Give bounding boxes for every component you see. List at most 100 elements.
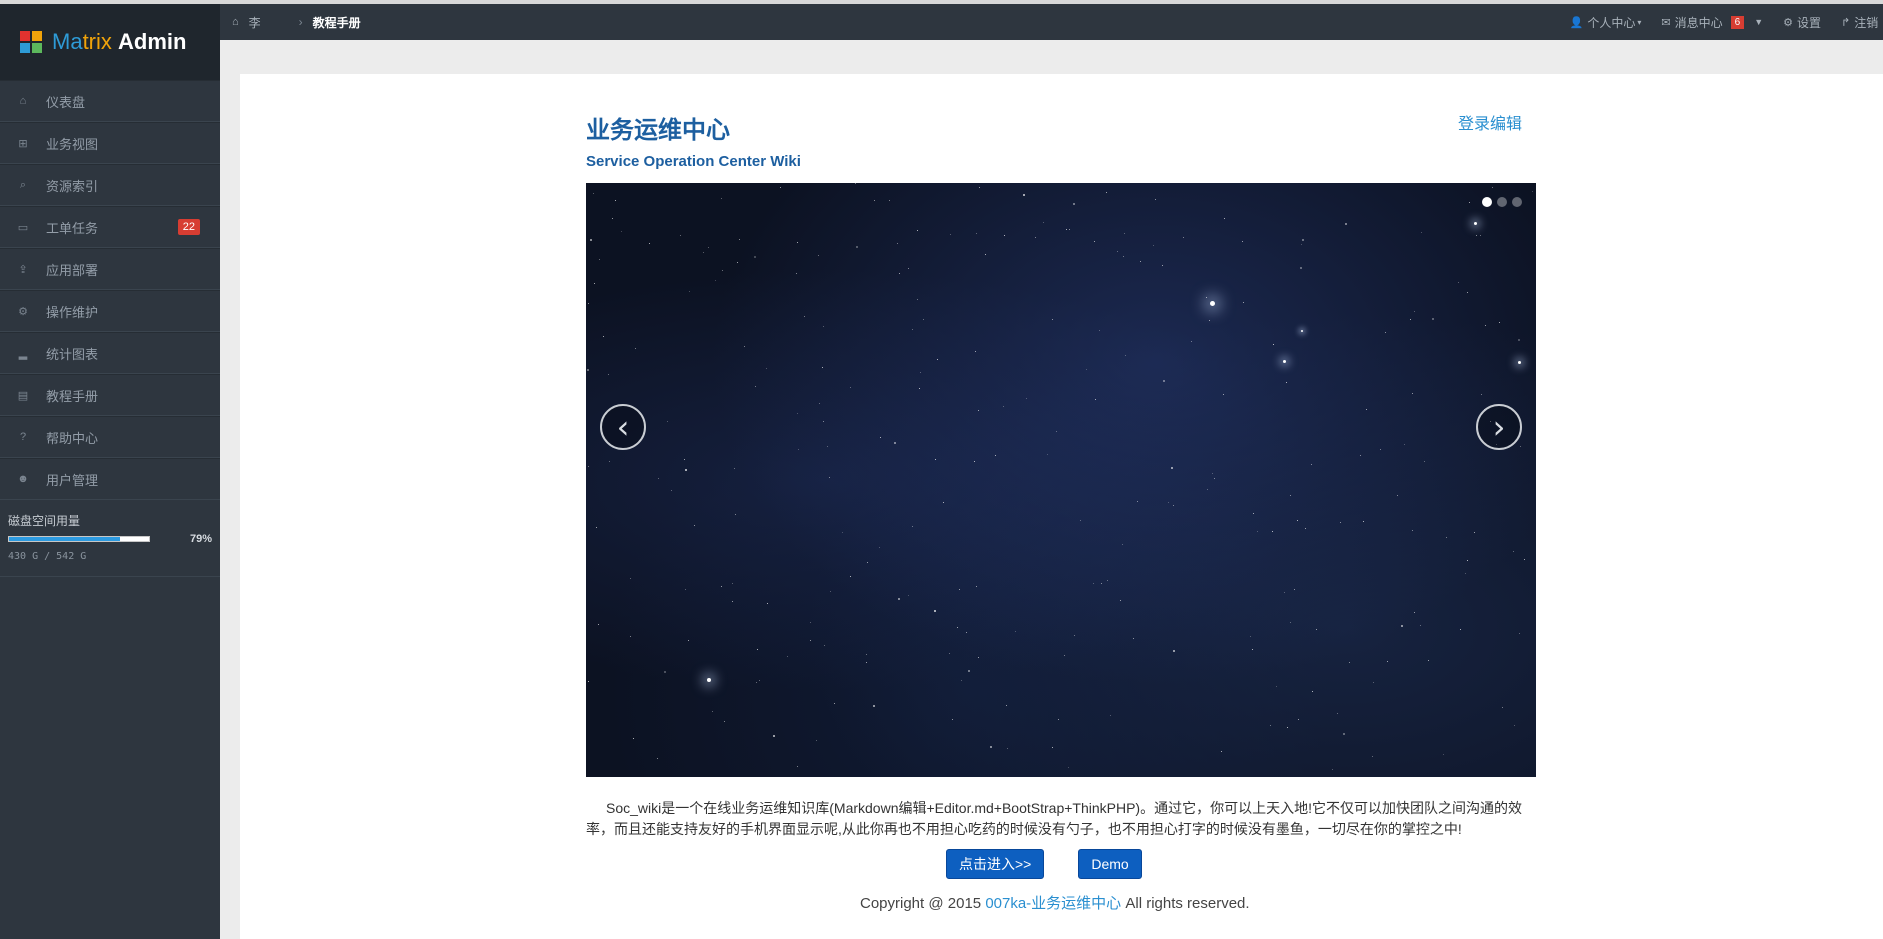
star-decoration [798,449,799,450]
user-icon: 👤 [1569,16,1584,29]
star-decoration [1499,322,1500,323]
copyright-brand-link[interactable]: 007ka-业务运维中心 [985,895,1121,912]
star-decoration [1286,382,1287,383]
star-decoration [1125,355,1126,356]
question-icon: ? [19,431,27,443]
star-decoration [688,640,689,641]
carousel-indicator-dot[interactable] [1512,197,1522,207]
star-decoration [1363,521,1364,522]
star-decoration [1294,589,1295,590]
star-decoration [615,200,616,201]
sidebar-item-label: 应用部署 [46,262,99,278]
star-decoration [1162,265,1163,266]
star-decoration [1006,705,1007,706]
sidebar-item-tutorials[interactable]: ▤ 教程手册 [0,374,220,416]
sidebar-item-app-deploy[interactable]: ⇪ 应用部署 [0,248,220,290]
star-decoration [834,703,835,704]
star-decoration [810,622,811,623]
sidebar-item-dashboard[interactable]: ⌂ 仪表盘 [0,80,220,122]
inbox-icon: ▭ [17,221,29,234]
star-decoration [744,346,745,347]
star-decoration [621,231,622,232]
sidebar-item-users[interactable]: ☻ 用户管理 [0,458,220,500]
sidebar-item-resource-index[interactable]: ⌕ 资源索引 [0,164,220,206]
top-nav: 👤 个人中心 ▾ ✉ 消息中心 6 ▼ ⚙ 设置 ↱ 注销 [1550,4,1883,40]
star-decoration [754,256,756,258]
sidebar-item-help[interactable]: ? 帮助中心 [0,416,220,458]
disk-usage-fill [9,537,120,541]
star-decoration [757,649,758,650]
sidebar-item-label: 教程手册 [46,388,99,404]
star-decoration [1107,580,1108,581]
disk-usage-percent: 79% [189,533,212,545]
star-decoration [966,632,967,633]
sidebar-item-business-view[interactable]: ⊞ 业务视图 [0,122,220,164]
star-decoration [1173,505,1174,506]
star-decoration [1270,725,1271,726]
star-decoration [1302,239,1304,241]
upload-icon: ⇪ [18,263,28,276]
caret-down-icon: ▾ [1637,17,1642,27]
star-decoration [1099,330,1100,331]
home-icon[interactable]: ⌂ [232,16,239,28]
sidebar-item-statistics[interactable]: ▂ 统计图表 [0,332,220,374]
bright-star-decoration [1301,330,1303,332]
star-decoration [590,239,592,241]
star-decoration [649,243,650,244]
star-decoration [968,670,970,672]
logout-link[interactable]: ↱ 注销 [1841,14,1883,31]
star-decoration [1492,187,1493,188]
chevron-left-icon: ‹ [616,408,630,446]
star-decoration [975,351,976,352]
star-decoration [1026,398,1027,399]
sidebar-item-operations[interactable]: ⚙ 操作维护 [0,290,220,332]
sidebar-item-label: 用户管理 [46,472,99,488]
star-decoration [1133,638,1134,639]
star-decoration [1298,719,1299,720]
sidebar-item-work-orders[interactable]: ▭ 工单任务 22 [0,206,220,248]
star-decoration [1481,394,1482,395]
carousel-prev-button[interactable]: ‹ [600,404,646,450]
personal-center-menu[interactable]: 👤 个人中心 ▾ [1570,14,1642,31]
logo-grid-icon [20,31,42,53]
app-logo[interactable]: Matrix Admin [0,0,220,80]
star-decoration [899,273,900,274]
star-decoration [1140,261,1141,262]
star-decoration [867,562,868,563]
settings-link[interactable]: ⚙ 设置 [1783,14,1821,31]
star-decoration [1224,218,1225,219]
star-decoration [824,645,825,646]
star-decoration [1095,399,1096,400]
app-title: Matrix Admin [52,29,187,54]
bright-star-decoration [1283,360,1286,363]
star-decoration [1137,501,1138,502]
sidebar-item-label: 操作维护 [46,304,99,320]
carousel-next-button[interactable]: › [1476,404,1522,450]
login-edit-link[interactable]: 登录编辑 [1458,110,1522,134]
demo-button[interactable]: Demo [1078,849,1142,879]
star-decoration [1101,583,1102,584]
star-decoration [732,583,733,584]
star-decoration [1485,325,1486,326]
star-decoration [732,601,733,602]
star-decoration [1273,344,1274,345]
carousel-indicator-dot[interactable] [1482,197,1492,207]
star-decoration [664,671,666,673]
enter-button[interactable]: 点击进入>> [946,849,1045,879]
star-decoration [995,455,996,456]
star-decoration [1424,461,1425,462]
carousel-indicator-dot[interactable] [1497,197,1507,207]
breadcrumb-item-home[interactable]: 李 [249,14,289,31]
chevron-right-icon: › [1492,408,1506,446]
star-decoration [756,682,757,683]
star-decoration [1297,520,1298,521]
star-decoration [609,461,610,462]
share-icon: ↱ [1841,16,1851,29]
work-order-count-badge: 22 [177,219,200,235]
star-decoration [1110,715,1111,716]
star-decoration [866,654,867,655]
copyright-footer: Copyright @ 2015 007ka-业务运维中心 All rights… [860,892,1250,913]
message-center-menu[interactable]: ✉ 消息中心 6 ▼ [1661,14,1763,31]
star-decoration [685,469,687,471]
image-carousel[interactable]: ‹ › [586,183,1536,777]
